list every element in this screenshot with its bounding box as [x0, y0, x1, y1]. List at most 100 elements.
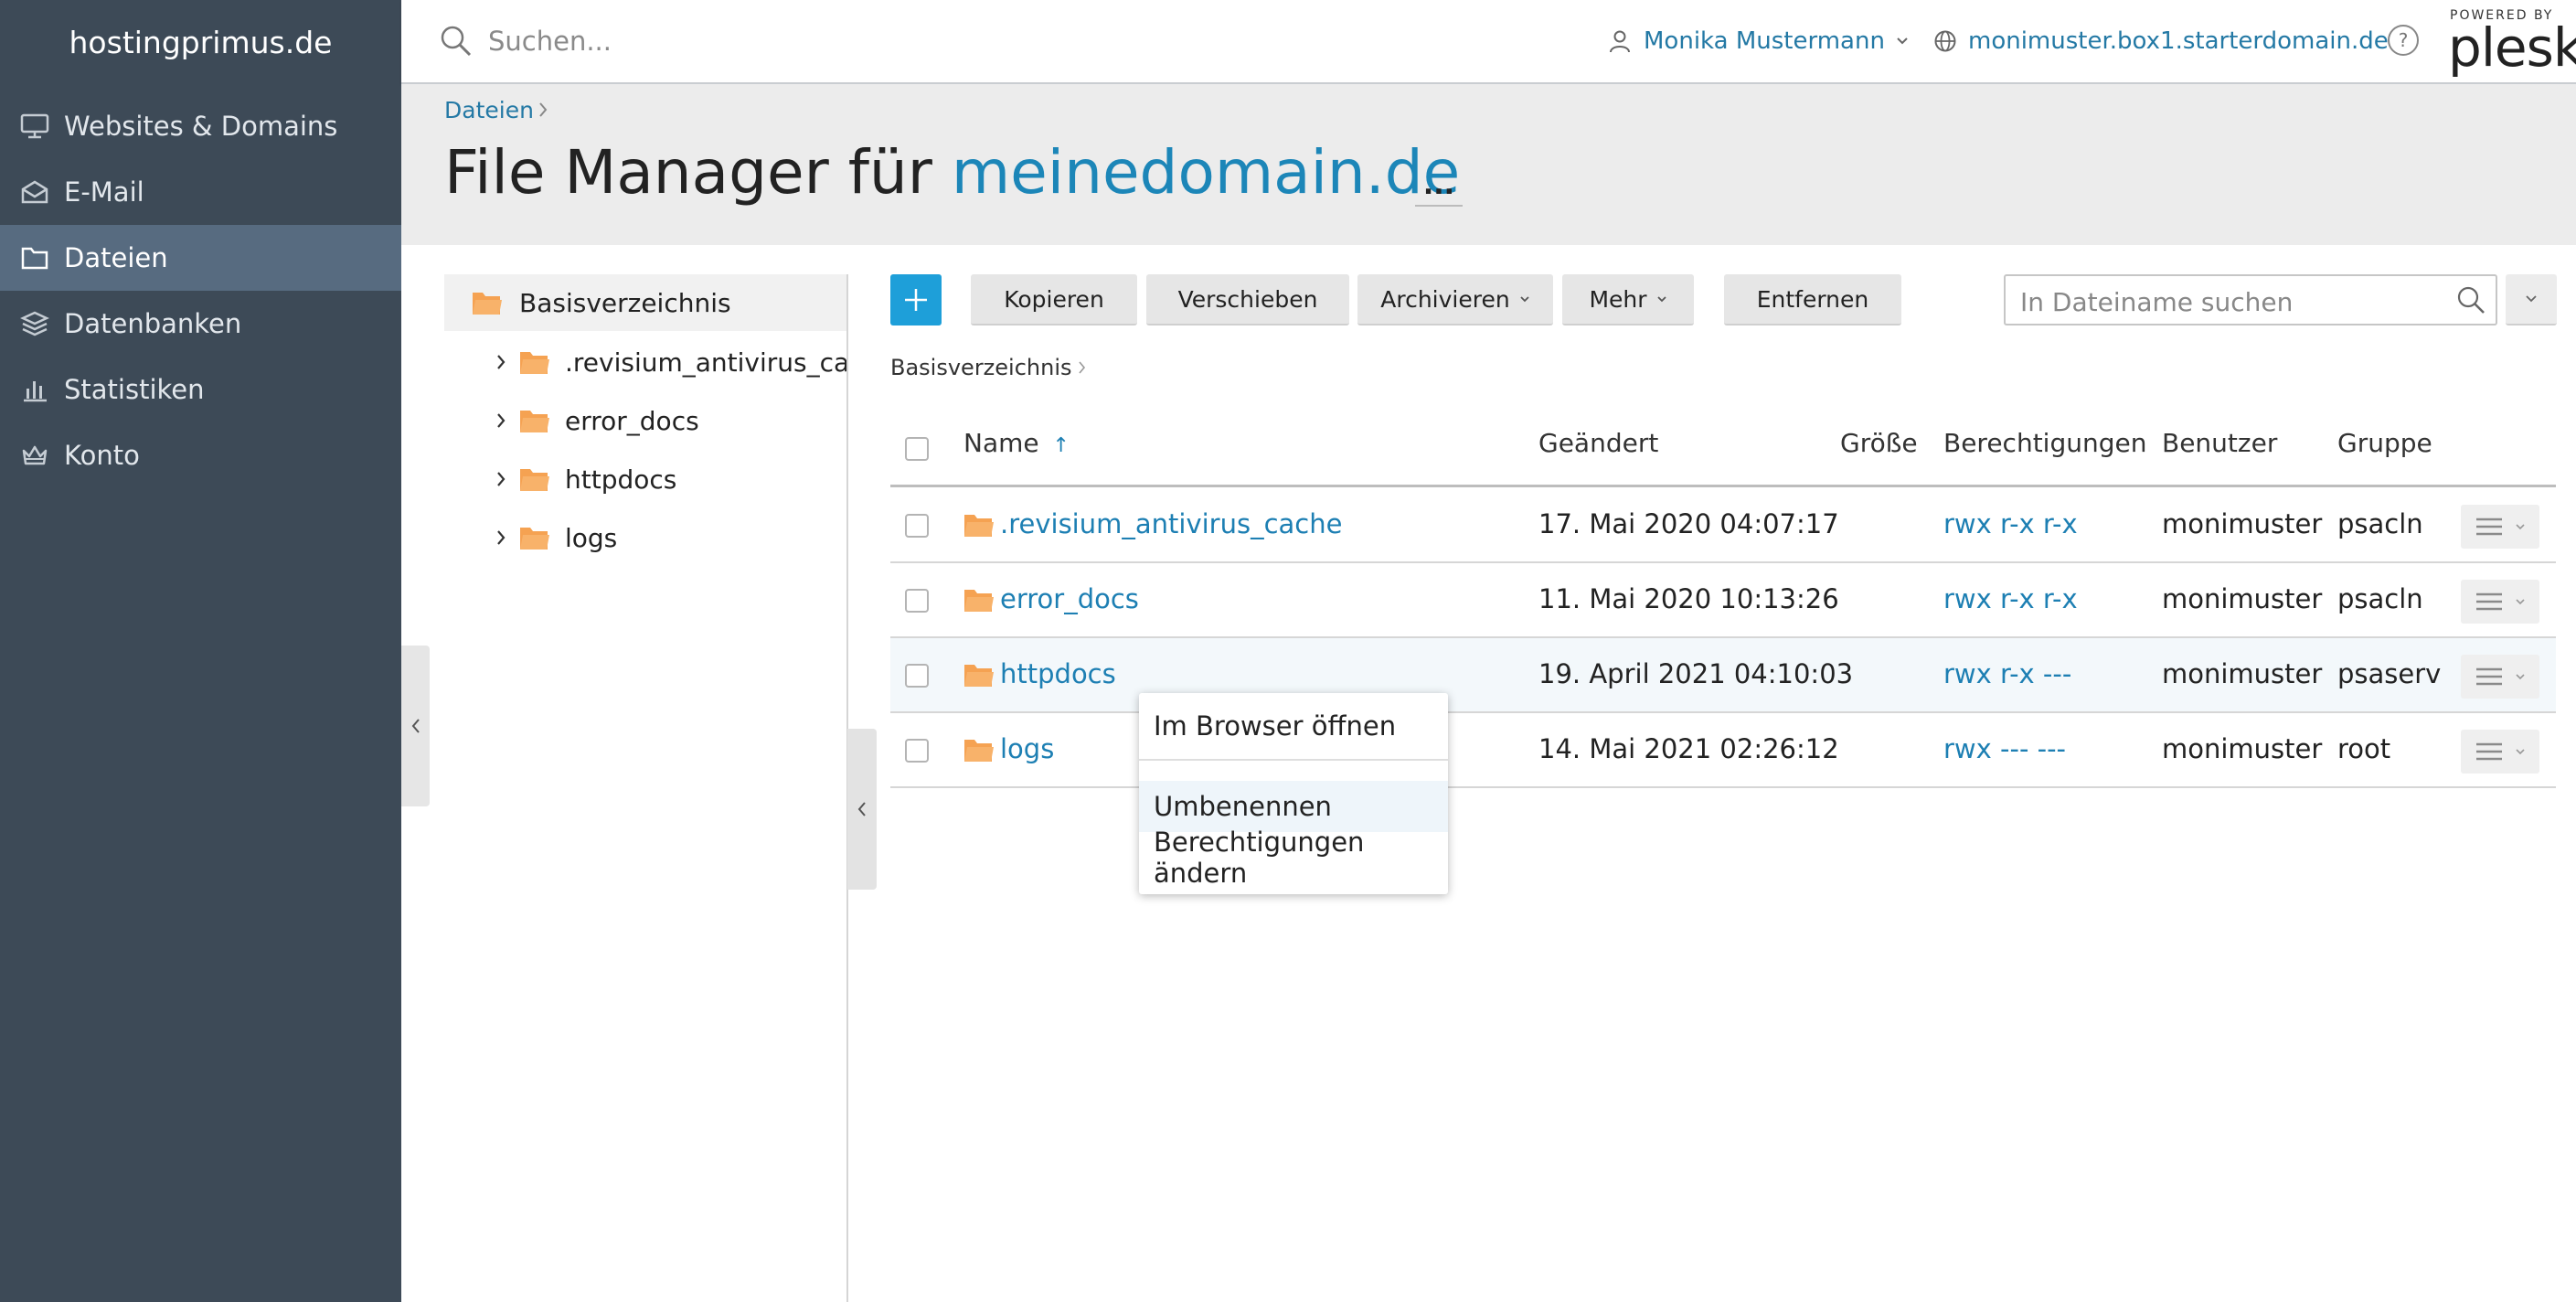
sidebar-item-websites-domains[interactable]: Websites & Domains [0, 93, 401, 159]
archive-button-label: Archivieren [1380, 285, 1510, 313]
global-search-input[interactable] [488, 20, 1037, 62]
sidebar-item-databases[interactable]: Datenbanken [0, 291, 401, 357]
search-options-button[interactable] [2506, 274, 2557, 326]
sidebar-item-label: Datenbanken [64, 308, 242, 339]
file-name-link[interactable]: .revisium_antivirus_cache [1000, 508, 1342, 539]
permissions-link[interactable]: rwx r-x --- [1943, 658, 2071, 689]
chevron-right-icon [495, 353, 506, 371]
table-row[interactable]: error_docs 11. Mai 2020 10:13:26 rwx r-x… [890, 563, 2556, 638]
domain-name: monimuster.box1.starterdomain.de [1968, 27, 2389, 55]
chevron-right-icon [538, 101, 548, 119]
folder-icon [963, 587, 995, 613]
row-checkbox[interactable] [905, 514, 929, 538]
row-actions-button[interactable] [2461, 505, 2539, 549]
path-breadcrumb-label: Basisverzeichnis [890, 355, 1072, 380]
row-checkbox[interactable] [905, 664, 929, 688]
modified-date: 19. April 2021 04:10:03 [1538, 658, 1854, 689]
folder-icon [519, 349, 550, 375]
user-icon [1609, 29, 1631, 53]
permissions-link[interactable]: rwx r-x r-x [1943, 508, 2078, 539]
tree-collapse-button[interactable] [847, 729, 877, 890]
tree-root-item[interactable]: Basisverzeichnis [444, 274, 846, 331]
crown-icon [16, 437, 53, 474]
chevron-down-icon [2516, 748, 2525, 755]
page-title-domain[interactable]: meinedomain.de [952, 137, 1460, 208]
sidebar-item-files[interactable]: Dateien [0, 225, 401, 291]
row-actions-button[interactable] [2461, 580, 2539, 624]
tree-item[interactable]: httpdocs [484, 451, 850, 507]
context-menu-open-in-browser[interactable]: Im Browser öffnen [1139, 700, 1448, 752]
breadcrumb-files-link[interactable]: Dateien [444, 97, 534, 123]
file-search-field [2004, 274, 2497, 326]
permissions-link[interactable]: rwx r-x r-x [1943, 583, 2078, 614]
tree-item-label: logs [565, 522, 618, 553]
search-icon[interactable] [2455, 284, 2486, 315]
tree-item[interactable]: error_docs [484, 392, 850, 449]
context-menu-rename[interactable]: Umbenennen [1139, 781, 1448, 832]
column-header-name[interactable]: Name ↑ [963, 428, 1070, 458]
more-button[interactable]: Mehr [1562, 274, 1694, 326]
column-header-permissions[interactable]: Berechtigungen [1943, 428, 2146, 458]
path-breadcrumb[interactable]: Basisverzeichnis [890, 355, 1087, 380]
sidebar-collapse-button[interactable] [401, 646, 430, 806]
tree-item[interactable]: .revisium_antivirus_cache [484, 334, 850, 390]
chevron-left-icon [857, 800, 868, 818]
folder-icon [963, 512, 995, 538]
sidebar-item-email[interactable]: E-Mail [0, 159, 401, 225]
column-header-group[interactable]: Gruppe [2337, 428, 2432, 458]
context-menu: Im Browser öffnen Umbenennen Berechtigun… [1139, 693, 1448, 894]
chevron-down-icon [2516, 673, 2525, 680]
brand-name[interactable]: hostingprimus.de [0, 0, 401, 84]
chevron-down-icon [1656, 295, 1667, 303]
file-search-input[interactable] [2020, 283, 2441, 320]
column-header-modified[interactable]: Geändert [1538, 428, 1658, 458]
owner-group: psacln [2337, 508, 2423, 539]
chevron-left-icon [410, 717, 421, 735]
hamburger-icon [2475, 742, 2503, 762]
file-name-link[interactable]: httpdocs [1000, 658, 1116, 689]
table-row[interactable]: .revisium_antivirus_cache 17. Mai 2020 0… [890, 488, 2556, 563]
row-checkbox[interactable] [905, 589, 929, 613]
sidebar-item-label: Dateien [64, 242, 168, 273]
title-more-button[interactable]: ... [1415, 165, 1463, 207]
chevron-down-icon [1519, 295, 1530, 303]
owner-user: monimuster [2162, 583, 2323, 614]
chevron-down-icon [2525, 294, 2538, 304]
column-header-size[interactable]: Größe [1840, 428, 1918, 458]
help-icon[interactable]: ? [2388, 25, 2419, 56]
context-menu-change-permissions[interactable]: Berechtigungen ändern [1139, 827, 1448, 889]
tree-item[interactable]: logs [484, 509, 850, 566]
user-menu[interactable]: Monika Mustermann [1609, 20, 1909, 62]
sidebar-item-account[interactable]: Konto [0, 422, 401, 488]
database-layers-icon [16, 305, 53, 342]
file-name-link[interactable]: error_docs [1000, 583, 1139, 614]
search-icon [439, 24, 474, 59]
column-header-name-label: Name [963, 428, 1039, 458]
move-button[interactable]: Verschieben [1146, 274, 1349, 326]
modified-date: 14. Mai 2021 02:26:12 [1538, 733, 1839, 764]
copy-button[interactable]: Kopieren [971, 274, 1137, 326]
tree-item-label: httpdocs [565, 464, 677, 495]
domain-menu[interactable]: monimuster.box1.starterdomain.de [1933, 20, 2389, 62]
column-header-user[interactable]: Benutzer [2162, 428, 2277, 458]
folder-open-icon [472, 290, 503, 315]
file-name-link[interactable]: logs [1000, 733, 1054, 764]
sidebar-item-statistics[interactable]: Statistiken [0, 357, 401, 422]
sidebar-item-label: E-Mail [64, 176, 144, 208]
row-actions-button[interactable] [2461, 655, 2539, 699]
sidebar-item-label: Konto [64, 440, 140, 471]
select-all-checkbox[interactable] [905, 437, 929, 461]
permissions-link[interactable]: rwx --- --- [1943, 733, 2066, 764]
plus-icon [903, 287, 929, 313]
sidebar-item-label: Websites & Domains [64, 111, 338, 142]
context-menu-divider [1139, 759, 1448, 761]
row-checkbox[interactable] [905, 739, 929, 763]
archive-button[interactable]: Archivieren [1357, 274, 1553, 326]
sort-ascending-icon: ↑ [1052, 434, 1070, 457]
monitor-icon [16, 108, 53, 144]
row-actions-button[interactable] [2461, 730, 2539, 774]
page-title-prefix: File Manager für [444, 137, 932, 208]
add-button[interactable] [890, 274, 942, 326]
remove-button[interactable]: Entfernen [1724, 274, 1901, 326]
folder-icon [963, 737, 995, 763]
